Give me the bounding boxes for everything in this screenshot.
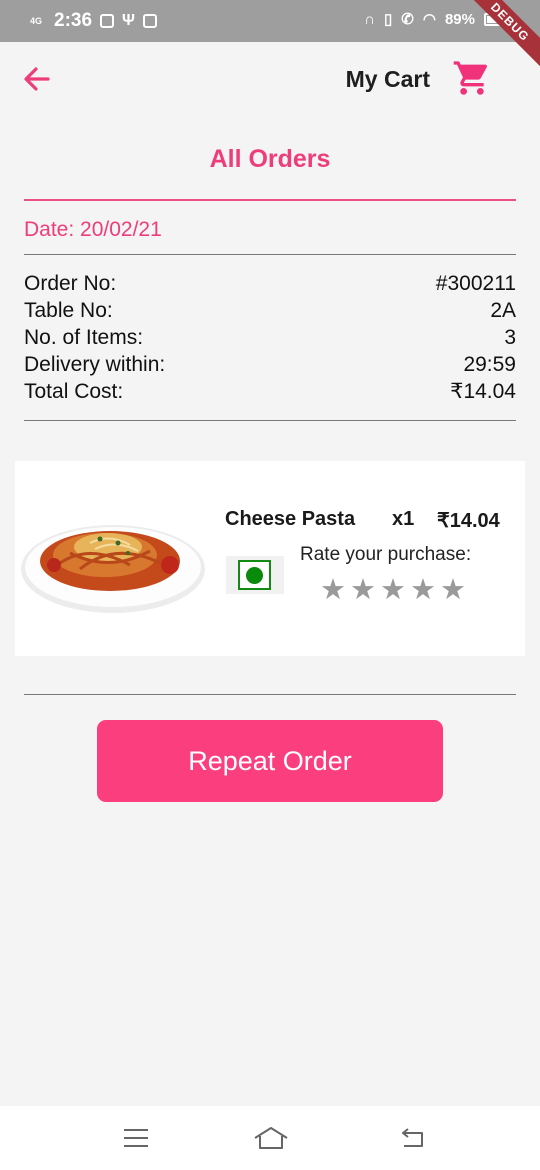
wifi-call-icon: ✆	[401, 11, 414, 28]
pasta-image	[21, 525, 205, 613]
back-button[interactable]	[20, 62, 54, 96]
item-quantity: x1	[392, 508, 415, 530]
home-icon	[254, 1127, 288, 1149]
arrow-back-icon	[24, 67, 50, 91]
veg-dot-icon	[246, 567, 263, 584]
wifi-icon: ◠	[422, 11, 436, 28]
divider	[24, 694, 516, 695]
repeat-order-button[interactable]: Repeat Order	[97, 720, 443, 802]
page-title: All Orders	[209, 145, 331, 173]
order-item-card: Cheese Pasta x1 ₹14.04 Rate your purchas…	[15, 461, 525, 656]
status-left: 4G 2:36 Ψ	[30, 10, 157, 32]
headphones-icon: ∩	[364, 10, 376, 28]
back-nav-icon	[402, 1128, 423, 1147]
detail-row-delivery: Delivery within: 29:59	[24, 351, 516, 378]
my-cart-label[interactable]: My Cart	[346, 66, 430, 93]
shopping-cart-icon	[453, 61, 488, 95]
detail-row-items: No. of Items: 3	[24, 324, 516, 351]
status-time: 2:36	[54, 10, 93, 31]
home-button[interactable]	[253, 1124, 288, 1152]
order-date: Date: 20/02/21	[24, 218, 162, 241]
divider	[24, 254, 516, 255]
notification-icon	[100, 14, 115, 28]
order-details: Order No: #300211 Table No: 2A No. of It…	[24, 270, 516, 405]
app-bar: My Cart	[0, 42, 540, 118]
star-icon[interactable]: ★	[438, 575, 468, 605]
detail-label: Order No:	[24, 272, 117, 295]
detail-value: #300211	[435, 272, 516, 295]
star-icon[interactable]: ★	[318, 575, 348, 605]
star-icon[interactable]: ★	[408, 575, 438, 605]
usb-icon: Ψ	[122, 12, 135, 29]
star-icon[interactable]: ★	[348, 575, 378, 605]
vibrate-icon: ▯	[384, 11, 393, 28]
detail-label: Table No:	[24, 299, 113, 322]
back-nav-button[interactable]	[396, 1124, 428, 1152]
menu-icon	[124, 1129, 148, 1147]
star-icon[interactable]: ★	[378, 575, 408, 605]
item-name: Cheese Pasta	[225, 508, 356, 530]
detail-row-order-no: Order No: #300211	[24, 270, 516, 297]
veg-square-icon	[238, 560, 271, 590]
detail-value: 3	[504, 326, 516, 349]
detail-label: Total Cost:	[24, 380, 124, 403]
detail-value: 29:59	[463, 353, 516, 376]
instagram-icon	[142, 14, 157, 28]
detail-value: ₹14.04	[450, 380, 516, 403]
cart-button[interactable]	[452, 58, 492, 98]
system-nav-bar	[0, 1106, 540, 1170]
rate-label: Rate your purchase:	[300, 544, 472, 565]
divider	[24, 420, 516, 421]
divider	[24, 199, 516, 201]
menu-button[interactable]	[120, 1124, 152, 1152]
detail-row-table-no: Table No: 2A	[24, 297, 516, 324]
battery-percent: 89%	[444, 10, 475, 28]
detail-label: Delivery within:	[24, 353, 166, 376]
detail-row-total: Total Cost: ₹14.04	[24, 378, 516, 405]
rating-stars[interactable]: ★ ★ ★ ★ ★	[318, 575, 468, 605]
detail-value: 2A	[490, 299, 516, 322]
veg-indicator	[226, 556, 284, 594]
item-price: ₹14.04	[437, 510, 500, 532]
status-bar: 4G 2:36 Ψ ∩ ▯ ✆ ◠ 89% DEBUG	[0, 0, 540, 72]
network-indicator: 4G	[30, 15, 43, 26]
detail-label: No. of Items:	[24, 326, 144, 349]
